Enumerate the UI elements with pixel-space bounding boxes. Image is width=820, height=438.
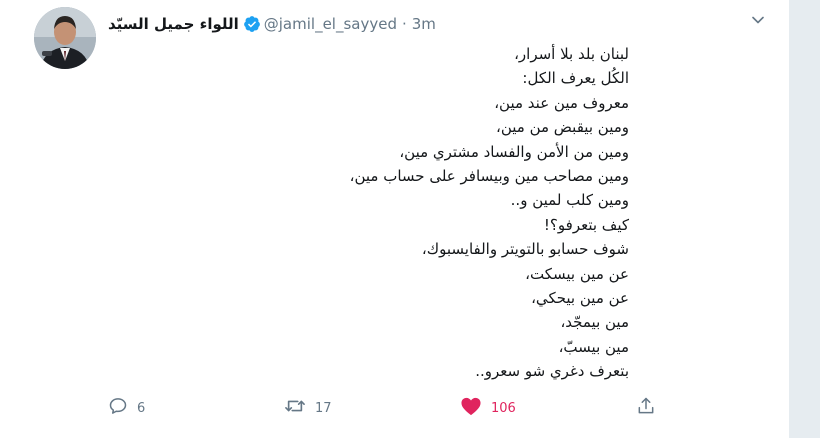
tweet-line: ومين من الأمن والفساد مشتري مين،	[399, 142, 629, 161]
reply-button[interactable]: 6	[108, 396, 145, 420]
timestamp[interactable]: 3m	[412, 15, 436, 33]
reply-count: 6	[137, 400, 146, 416]
tweet-header: اللواء جميل السيّد @jamil_el_sayyed · 3m	[108, 14, 436, 34]
caret-down-icon[interactable]	[750, 12, 766, 28]
separator-dot: ·	[401, 15, 407, 33]
tweet-line: شوف حسابو بالتويتر والفايسبوك،	[421, 240, 629, 259]
tweet-line: عن مين بيسكت،	[525, 264, 629, 283]
tweet-line: معروف مين عند مين،	[494, 93, 629, 112]
tweet-line: الكُل يعرف الكل:	[522, 69, 629, 88]
heart-icon	[460, 396, 482, 420]
verified-badge-icon	[243, 15, 261, 33]
share-button[interactable]	[636, 396, 656, 420]
tweet-line: كيف بتعرفو؟!	[543, 215, 629, 234]
tweet-line: مين بيسبّ،	[558, 337, 629, 356]
tweet-text: لبنان بلد بلا أسرار، الكُل يعرف الكل: مع…	[69, 42, 629, 384]
retweet-icon	[284, 396, 306, 420]
tweet-line: ومين بيقبض من مين،	[496, 118, 629, 137]
tweet-line: ومين كلب لمين و..	[510, 191, 629, 210]
author-handle[interactable]: @jamil_el_sayyed	[264, 15, 397, 33]
retweet-count: 17	[315, 400, 332, 416]
like-button[interactable]: 106	[460, 396, 516, 420]
like-count: 106	[491, 400, 516, 416]
share-icon	[636, 396, 656, 420]
tweet-line: عن مين بيحكي،	[531, 289, 629, 308]
author-name[interactable]: اللواء جميل السيّد	[108, 15, 239, 33]
tweet-line: لبنان بلد بلا أسرار،	[514, 45, 629, 63]
tweet-actions: 6 17 106	[108, 396, 668, 420]
tweet-line: بتعرف دغري شو سعرو..	[475, 362, 629, 381]
retweet-button[interactable]: 17	[284, 396, 332, 420]
tweet-card[interactable]: اللواء جميل السيّد @jamil_el_sayyed · 3m…	[0, 0, 790, 438]
tweet-line: مين بيمجّد،	[560, 313, 629, 332]
reply-icon	[108, 396, 128, 420]
tweet-line: ومين مصاحب مين وبيسافر على حساب مين،	[349, 167, 629, 186]
